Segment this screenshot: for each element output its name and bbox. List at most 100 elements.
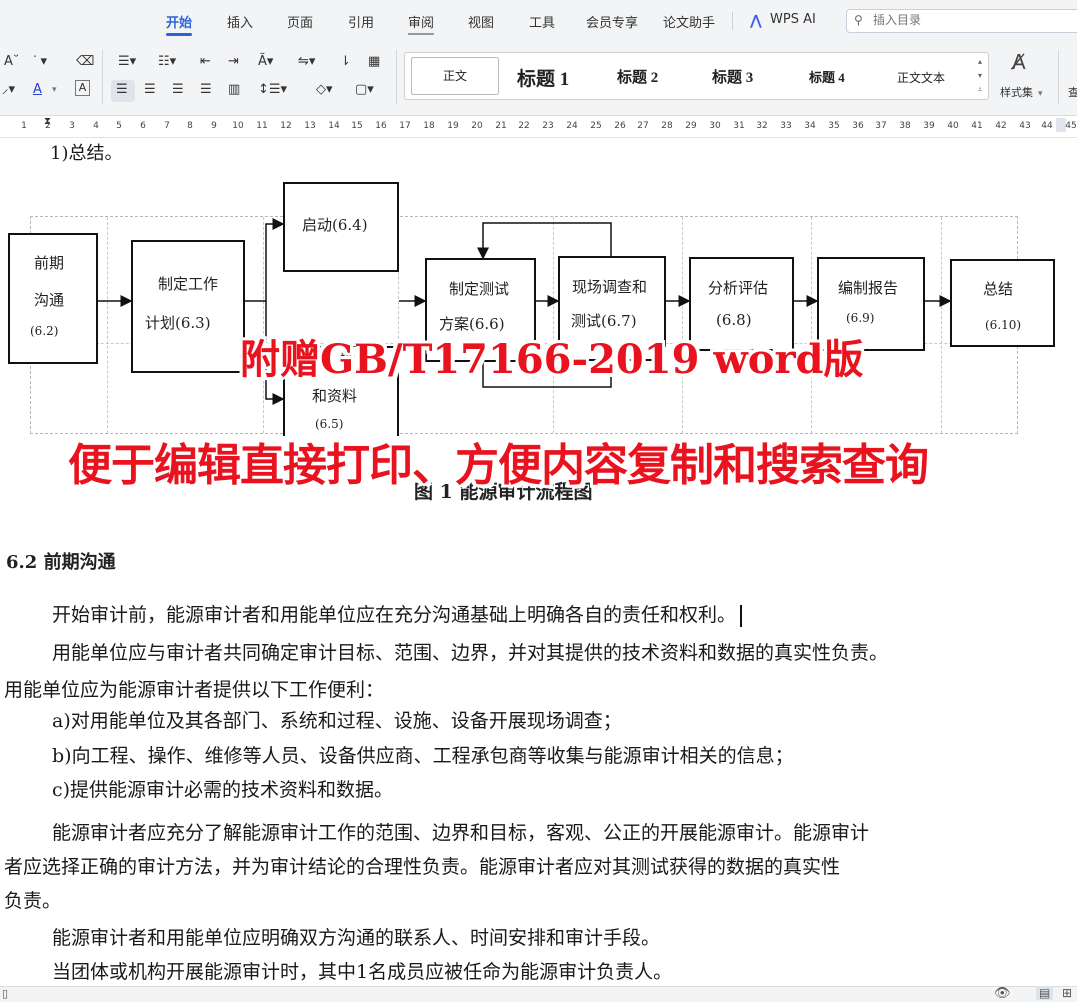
ruler-number: 28 — [661, 121, 673, 131]
style-set-button[interactable]: 样式集 — [1000, 84, 1033, 100]
flow-label: 前期 — [34, 254, 65, 272]
list-item: b)向工程、操作、维修等人员、设备供应商、工程承包商等收集与能源审计相关的信息； — [52, 745, 794, 767]
tab-home[interactable]: 开始 — [166, 12, 193, 36]
status-page-indicator-icon[interactable]: ▯ — [2, 987, 8, 1000]
ruler-number: 21 — [495, 121, 507, 131]
ruler-number: 33 — [780, 121, 792, 131]
ruler-number: 40 — [947, 121, 959, 131]
paragraph: 用能单位应与审计者共同确定审计目标、范围、边界，并对其提供的技术资料和数据的真实… — [52, 642, 889, 664]
search-icon: ⚲ — [854, 13, 863, 27]
page-view-icon[interactable]: ▤ — [1036, 986, 1054, 1000]
document-page[interactable]: 1)总结。 前期 沟通 (6.2) 制定工作 计划(6.3) 启动(6.4) 数… — [0, 139, 1077, 986]
tab-page[interactable]: 页面 — [287, 12, 313, 31]
phonetic-guide-icon[interactable]: ᐝ ▾ — [33, 52, 47, 72]
ruler-number: 16 — [375, 121, 387, 131]
ruler-number: 34 — [804, 121, 816, 131]
text-direction-icon[interactable]: Ã▾ — [258, 52, 273, 72]
web-view-icon[interactable]: ⊞ — [1062, 986, 1072, 1000]
ruler-number: 5 — [116, 121, 122, 131]
ruler-number: 11 — [256, 121, 268, 131]
gallery-scroll-icon[interactable]: ▴ ▾ ⩡ — [974, 55, 986, 97]
font-color-dropdown-icon[interactable]: ▾ — [52, 80, 57, 100]
toolbar-divider — [102, 50, 103, 104]
search-box[interactable]: ⚲ — [846, 9, 1077, 33]
ruler-number: 43 — [1019, 121, 1031, 131]
style-set-dropdown-icon[interactable]: ▾ — [1038, 84, 1043, 104]
tab-wps-ai[interactable]: WPS AI — [770, 12, 816, 27]
style-heading-2[interactable]: 标题 2 — [617, 66, 658, 87]
reading-mode-icon[interactable]: 👁 — [994, 986, 1011, 1001]
sort-icon[interactable]: ⇋▾ — [298, 52, 315, 72]
paragraph: 用能单位应为能源审计者提供以下工作便利： — [4, 679, 385, 701]
flow-label: 制定测试 — [449, 280, 510, 298]
ruler-number: 38 — [899, 121, 911, 131]
align-center-icon[interactable]: ☰ — [144, 80, 156, 100]
char-border-icon[interactable]: A — [75, 80, 90, 96]
font-color-icon[interactable]: A — [33, 80, 42, 100]
style-heading-3[interactable]: 标题 3 — [712, 66, 753, 87]
flow-label: 现场调查和 — [572, 278, 648, 296]
promo-overlay-line2: 便于编辑直接打印、方便内容复制和搜索查询 — [68, 440, 929, 491]
style-heading-4[interactable]: 标题 4 — [809, 67, 845, 86]
paragraph: 负责。 — [4, 890, 62, 912]
ruler-number: 29 — [685, 121, 697, 131]
borders-icon[interactable]: ▢▾ — [355, 80, 374, 100]
search-input[interactable] — [873, 13, 1073, 27]
ruler-number: 36 — [852, 121, 864, 131]
shading-icon[interactable]: ◇▾ — [316, 80, 333, 100]
menu-bar: 开始 插入 页面 引用 审阅 视图 工具 会员专享 论文助手 ⋀ WPS AI … — [0, 0, 1077, 42]
increase-indent-icon[interactable]: ⇥ — [228, 52, 239, 72]
ruler-number: 26 — [614, 121, 626, 131]
horizontal-ruler[interactable]: ⧗ 1 2 3 4 5 6 7 8 9 10 11 12 13 14 15 16… — [0, 116, 1077, 138]
line-spacing-icon[interactable]: ↕☰▾ — [258, 80, 287, 100]
ruler-number: 6 — [140, 121, 146, 131]
tab-insert[interactable]: 插入 — [227, 12, 253, 31]
justify-icon[interactable]: ☰ — [200, 80, 212, 100]
wps-ai-icon[interactable]: ⋀ — [750, 13, 762, 29]
section-heading: 6.2 前期沟通 — [6, 552, 116, 573]
paragraph: 者应选择正确的审计方法，并为审计结论的合理性负责。能源审计者应对其测试获得的数据… — [4, 856, 841, 878]
style-normal[interactable]: 正文 — [411, 57, 499, 95]
flow-label: 和资料 — [312, 387, 358, 405]
paragraph-mark-icon[interactable]: ⇂ — [340, 52, 351, 72]
highlight-icon[interactable]: ⸝▾ — [2, 80, 15, 100]
style-heading-1[interactable]: 标题 1 — [517, 64, 569, 91]
tab-member[interactable]: 会员专享 — [586, 12, 638, 31]
style-gallery: 正文 标题 1 标题 2 标题 3 标题 4 正文文本 ▴ ▾ ⩡ — [404, 52, 989, 100]
find-button-partial[interactable]: 查 — [1068, 84, 1077, 100]
ruler-number: 19 — [447, 121, 459, 131]
style-set-icon[interactable]: A̸ — [1012, 50, 1026, 74]
toolbar-divider — [396, 50, 397, 104]
flow-label: 制定工作 — [158, 275, 219, 293]
ruler-number: 44 — [1041, 121, 1053, 131]
ruler-number: 10 — [232, 121, 244, 131]
clear-format-icon[interactable]: ⌫ — [76, 52, 94, 72]
table-grid-icon[interactable]: ▦ — [368, 52, 380, 72]
list-item: a)对用能单位及其各部门、系统和过程、设施、设备开展现场调查； — [52, 710, 622, 732]
ruler-number: 37 — [875, 121, 887, 131]
tab-references[interactable]: 引用 — [348, 12, 374, 31]
style-body-text[interactable]: 正文文本 — [897, 69, 945, 86]
align-left-icon[interactable]: ☰ — [116, 80, 128, 100]
ruler-number: 24 — [566, 121, 578, 131]
ruler-number: 8 — [187, 121, 193, 131]
text-caret — [740, 605, 743, 627]
decrease-indent-icon[interactable]: ⇤ — [200, 52, 211, 72]
bullet-list-icon[interactable]: ☰▾ — [118, 52, 136, 72]
numbered-list-icon[interactable]: ☷▾ — [158, 52, 176, 72]
ruler-number: 27 — [637, 121, 649, 131]
tab-thesis-assistant[interactable]: 论文助手 — [663, 12, 715, 31]
ruler-number: 15 — [351, 121, 363, 131]
flow-label: 计划(6.3) — [145, 314, 211, 332]
distributed-icon[interactable]: ▥ — [228, 80, 240, 100]
paragraph: 开始审计前，能源审计者和用能单位应在充分沟通基础上明确各自的责任和权利。 — [52, 600, 743, 627]
ruler-number: 2 — [45, 121, 51, 131]
tab-view[interactable]: 视图 — [468, 12, 494, 31]
paragraph: 能源审计者应充分了解能源审计工作的范围、边界和目标，客观、公正的开展能源审计。能… — [52, 822, 870, 844]
tab-review[interactable]: 审阅 — [408, 12, 435, 35]
tab-tools[interactable]: 工具 — [529, 12, 555, 31]
ruler-number: 7 — [164, 121, 170, 131]
font-grow-icon[interactable]: A˘ — [4, 52, 19, 72]
align-right-icon[interactable]: ☰ — [172, 80, 184, 100]
flow-label: 编制报告 — [838, 279, 899, 297]
